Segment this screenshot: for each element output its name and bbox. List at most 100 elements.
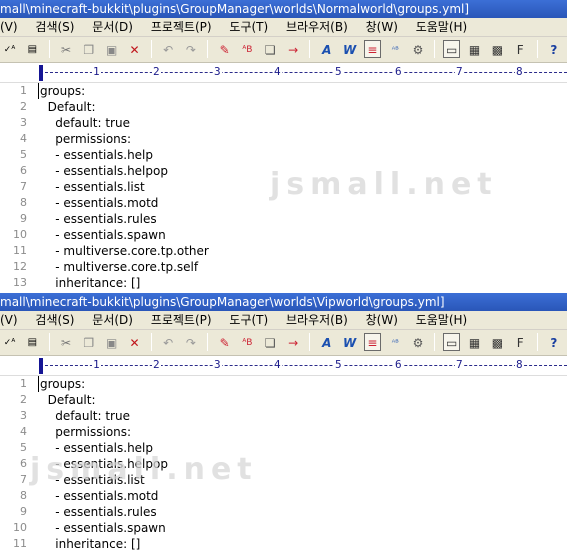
find-icon[interactable]: ✎ xyxy=(216,333,233,351)
ruler-dashes xyxy=(40,365,567,366)
ruler-number: 1 xyxy=(92,358,101,371)
spellcheck-icon[interactable]: ✓ᴬ xyxy=(1,333,18,351)
outline-icon[interactable]: ▦ xyxy=(466,40,483,58)
menu-view[interactable]: (V) xyxy=(0,18,25,36)
copy-icon[interactable]: ❐ xyxy=(80,333,97,351)
menu-search[interactable]: 검색(S) xyxy=(28,311,81,329)
ruler-caret xyxy=(39,65,43,81)
menu-document[interactable]: 문서(D) xyxy=(85,18,140,36)
line-number: 11 xyxy=(13,537,27,550)
jump-icon[interactable]: → xyxy=(285,40,302,58)
window-title-bar[interactable]: mall\minecraft-bukkit\plugins\GroupManag… xyxy=(0,293,567,311)
copy-icon[interactable]: ❐ xyxy=(80,40,97,58)
window-icon[interactable]: ▭ xyxy=(443,40,461,58)
code-text: - essentials.rules xyxy=(40,212,157,226)
menu-tools[interactable]: 도구(T) xyxy=(222,311,275,329)
replace-icon[interactable]: ᴬB xyxy=(239,333,256,351)
ruler-number: 7 xyxy=(455,358,464,371)
menu-browser[interactable]: 브라우저(B) xyxy=(279,18,355,36)
font-icon[interactable]: A xyxy=(318,333,335,351)
find-in-files-icon[interactable]: ❏ xyxy=(262,40,279,58)
settings-icon[interactable]: ⚙ xyxy=(410,333,427,351)
line-number: 7 xyxy=(20,473,27,486)
wrap-columns-icon[interactable]: ᴬᴮ xyxy=(387,333,404,351)
find-icon[interactable]: ✎ xyxy=(216,40,233,58)
code-text: groups: xyxy=(40,377,86,391)
code-line: 5 - essentials.help xyxy=(0,147,567,163)
code-text: Default: xyxy=(40,100,96,114)
toolbar-separator xyxy=(150,333,152,351)
ruler-number: 4 xyxy=(273,358,282,371)
toolbar-separator xyxy=(434,333,436,351)
macro-icon[interactable]: ▩ xyxy=(489,40,506,58)
paste-icon[interactable]: ▣ xyxy=(103,333,120,351)
window-icon[interactable]: ▭ xyxy=(443,333,461,351)
ruler-number: 3 xyxy=(213,358,222,371)
ruler-number: 2 xyxy=(152,65,161,78)
menu-browser[interactable]: 브라우저(B) xyxy=(279,311,355,329)
ruler-number: 1 xyxy=(92,65,101,78)
menu-search[interactable]: 검색(S) xyxy=(28,18,81,36)
menu-view[interactable]: (V) xyxy=(0,311,25,329)
editor-window-normalworld: mall\minecraft-bukkit\plugins\GroupManag… xyxy=(0,0,567,293)
text-mode-icon[interactable]: ▤ xyxy=(24,40,41,58)
replace-icon[interactable]: ᴬB xyxy=(239,40,256,58)
menu-window[interactable]: 창(W) xyxy=(359,311,405,329)
help-icon[interactable]: ? xyxy=(545,333,562,351)
window-title-bar[interactable]: mall\minecraft-bukkit\plugins\GroupManag… xyxy=(0,0,567,18)
menu-tools[interactable]: 도구(T) xyxy=(222,18,275,36)
wrap-columns-icon[interactable]: ᴬᴮ xyxy=(387,40,404,58)
code-line: 12 - multiverse.core.tp.self xyxy=(0,259,567,275)
line-number: 10 xyxy=(13,228,27,241)
code-line: 4 permissions: xyxy=(0,131,567,147)
text-cursor xyxy=(38,83,39,99)
spellcheck-icon[interactable]: ✓ᴬ xyxy=(1,40,18,58)
paste-icon[interactable]: ▣ xyxy=(103,40,120,58)
outline-icon[interactable]: ▦ xyxy=(466,333,483,351)
cut-icon[interactable]: ✂ xyxy=(57,333,74,351)
menu-window[interactable]: 창(W) xyxy=(359,18,405,36)
menu-project[interactable]: 프로젝트(P) xyxy=(144,18,219,36)
web-icon[interactable]: W xyxy=(341,333,358,351)
editor-window-vipworld: mall\minecraft-bukkit\plugins\GroupManag… xyxy=(0,293,567,557)
function-icon[interactable]: F xyxy=(512,40,529,58)
macro-icon[interactable]: ▩ xyxy=(489,333,506,351)
toolbar-separator xyxy=(150,40,152,58)
text-editor[interactable]: 1 groups: 2 Default: 3 default: true 4 pe… xyxy=(0,376,567,552)
menu-document[interactable]: 문서(D) xyxy=(85,311,140,329)
menu-help[interactable]: 도움말(H) xyxy=(409,311,475,329)
toolbar-separator xyxy=(434,40,436,58)
code-line: 8 - essentials.motd xyxy=(0,488,567,504)
line-number: 1 xyxy=(20,84,27,97)
word-wrap-icon[interactable]: ≡ xyxy=(363,40,381,58)
font-icon[interactable]: A xyxy=(318,40,335,58)
code-text: permissions: xyxy=(40,425,132,439)
function-icon[interactable]: F xyxy=(512,333,529,351)
text-editor[interactable]: 1 groups: 2 Default: 3 default: true 4 pe… xyxy=(0,83,567,291)
toolbar-separator xyxy=(536,333,538,351)
code-text: - essentials.help xyxy=(40,148,154,162)
code-text: - essentials.motd xyxy=(40,196,159,210)
line-number: 1 xyxy=(20,377,27,390)
help-icon[interactable]: ? xyxy=(545,40,562,58)
redo-icon[interactable]: ↷ xyxy=(182,333,199,351)
line-number: 4 xyxy=(20,425,27,438)
delete-icon[interactable]: ✕ xyxy=(126,40,143,58)
delete-icon[interactable]: ✕ xyxy=(126,333,143,351)
undo-icon[interactable]: ↶ xyxy=(160,40,177,58)
jump-icon[interactable]: → xyxy=(285,333,302,351)
menu-help[interactable]: 도움말(H) xyxy=(409,18,475,36)
menu-project[interactable]: 프로젝트(P) xyxy=(144,311,219,329)
find-in-files-icon[interactable]: ❏ xyxy=(262,333,279,351)
redo-icon[interactable]: ↷ xyxy=(182,40,199,58)
word-wrap-icon[interactable]: ≡ xyxy=(363,333,381,351)
line-number: 12 xyxy=(13,260,27,273)
ruler-number: 6 xyxy=(394,65,403,78)
code-text: - multiverse.core.tp.other xyxy=(40,244,209,258)
undo-icon[interactable]: ↶ xyxy=(160,333,177,351)
settings-icon[interactable]: ⚙ xyxy=(410,40,427,58)
cut-icon[interactable]: ✂ xyxy=(57,40,74,58)
web-icon[interactable]: W xyxy=(341,40,358,58)
text-mode-icon[interactable]: ▤ xyxy=(24,333,41,351)
toolbar-separator xyxy=(207,40,209,58)
